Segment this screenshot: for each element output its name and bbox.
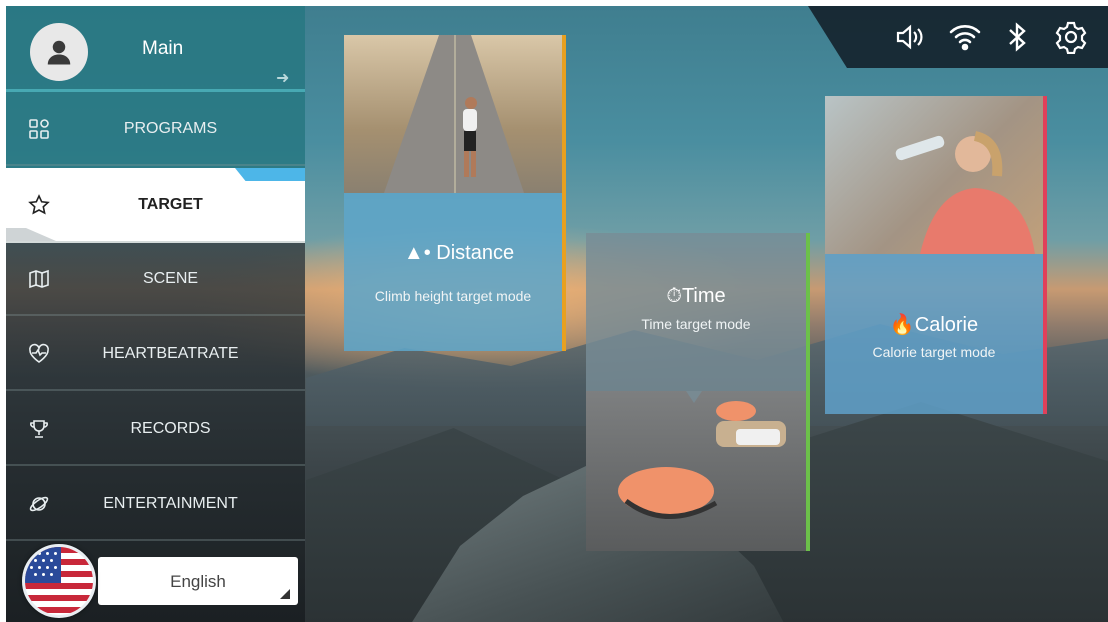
calorie-card[interactable]: 🔥Calorie Calorie target mode (825, 96, 1047, 414)
sidebar-item-label: TARGET (138, 195, 203, 213)
time-card[interactable]: ⏱Time Time target mode (586, 233, 810, 551)
active-highlight-corner (235, 168, 305, 181)
sidebar-item-label: HEARTBEATRATE (102, 344, 239, 362)
sidebar: Main ➜ PROGRAMS TARGET SCENE HEARTBEATRA… (6, 6, 305, 622)
dropdown-caret-icon (280, 589, 290, 599)
sidebar-item-scene[interactable]: SCENE (6, 243, 305, 316)
drinking-woman-photo (825, 96, 1047, 254)
sidebar-item-label: ENTERTAINMENT (103, 494, 238, 512)
sidebar-item-programs[interactable]: PROGRAMS (6, 93, 305, 166)
card-title: Time (681, 285, 726, 307)
sidebar-item-label: PROGRAMS (123, 119, 218, 137)
shoe-photo (586, 391, 810, 551)
language-select[interactable]: English (98, 557, 298, 605)
card-subtitle: Climb height target mode (374, 288, 532, 304)
main-label: Main (142, 38, 184, 59)
card-subtitle: Time target mode (641, 316, 751, 332)
distance-icon: ▲• (403, 242, 431, 264)
user-icon (47, 40, 71, 65)
sidebar-item-entertainment[interactable]: ENTERTAINMENT (6, 468, 305, 541)
settings-icon[interactable] (1054, 20, 1088, 55)
distance-card[interactable]: ▲• Distance Climb height target mode (344, 35, 566, 351)
us-flag-icon[interactable] (22, 544, 96, 618)
sidebar-item-target[interactable]: TARGET (6, 168, 305, 243)
status-bar (808, 6, 1108, 68)
flame-icon: 🔥 (889, 314, 915, 336)
language-value: English (170, 572, 226, 591)
timer-icon: ⏱ (666, 285, 682, 307)
accent-bar (806, 233, 810, 551)
volume-icon[interactable] (892, 20, 926, 54)
screen: Main ➜ PROGRAMS TARGET SCENE HEARTBEATRA… (6, 6, 1108, 622)
avatar[interactable] (30, 23, 88, 81)
wifi-icon[interactable] (948, 20, 982, 54)
sidebar-item-label: RECORDS (130, 419, 211, 437)
sidebar-item-label: SCENE (142, 269, 199, 287)
runner-photo (344, 35, 566, 193)
accent-bar (1043, 96, 1047, 414)
card-subtitle: Calorie target mode (872, 344, 996, 360)
card-title: Calorie (914, 314, 979, 336)
bluetooth-icon[interactable] (1000, 20, 1034, 54)
card-title: Distance (436, 242, 515, 264)
arrow-right-icon[interactable]: ➜ (276, 68, 289, 88)
main-user-row[interactable]: Main ➜ (6, 6, 305, 92)
sidebar-item-records[interactable]: RECORDS (6, 393, 305, 466)
sidebar-item-heartbeatrate[interactable]: HEARTBEATRATE (6, 318, 305, 391)
accent-bar (562, 35, 566, 351)
